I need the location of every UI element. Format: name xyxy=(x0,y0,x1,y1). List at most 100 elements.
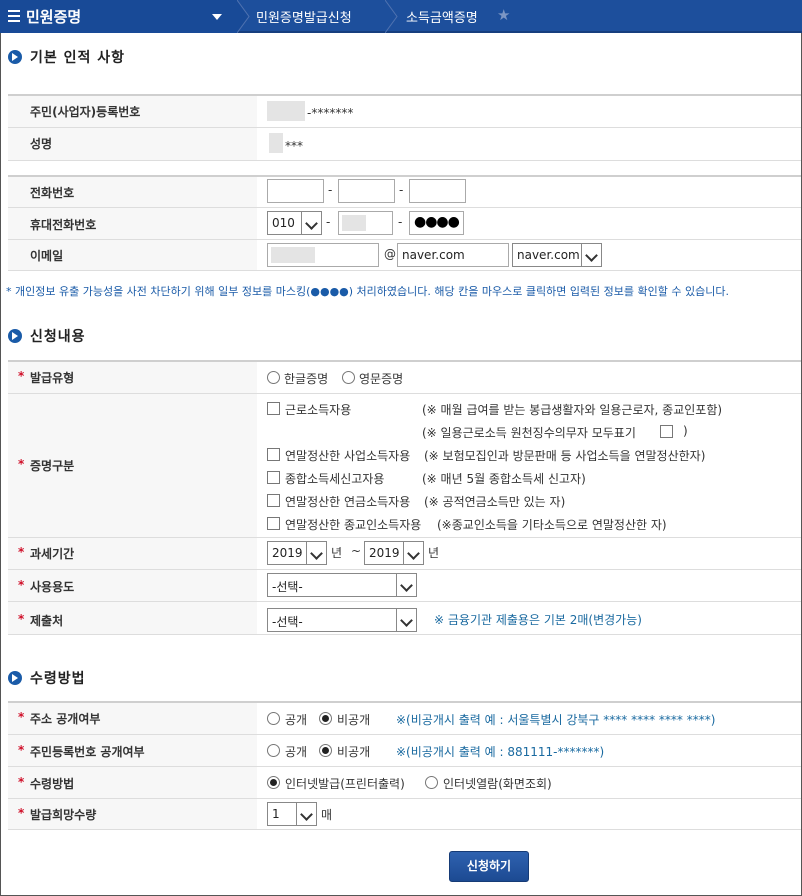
usage-select[interactable]: -선택- xyxy=(267,573,417,597)
address-closed-radio[interactable] xyxy=(319,712,332,725)
section-receive-method: 수령방법 xyxy=(8,668,86,688)
required-mark: * xyxy=(18,545,25,559)
id-closed-radio[interactable] xyxy=(319,744,332,757)
dash: - xyxy=(398,215,403,229)
row-divider xyxy=(8,798,801,799)
section-title: 기본 인적 사항 xyxy=(30,50,126,66)
receive-internet-view-label[interactable]: 인터넷열람(화면조회) xyxy=(443,775,552,792)
cert-business-label[interactable]: 연말정산한 사업소득자용 xyxy=(285,447,410,464)
section-request: 신청내용 xyxy=(8,326,86,346)
cert-global-tax-label[interactable]: 종합소득세신고자용 xyxy=(285,470,384,487)
tax-period-to-select[interactable]: 2019 xyxy=(364,541,424,565)
cert-type-label: 증명구분 xyxy=(30,459,75,473)
breadcrumb-item-current[interactable]: 소득금액증명 xyxy=(406,0,478,33)
submit-to-note: ※ 금융기관 제출용은 기본 2매(변경가능) xyxy=(434,613,642,627)
row-divider xyxy=(8,207,801,208)
quantity-unit: 매 xyxy=(321,808,333,822)
id-disclosure-label: 주민등록번호 공개여부 xyxy=(30,745,145,759)
id-open-radio[interactable] xyxy=(267,744,280,757)
id-disclosure-note: ※(비공개시 출력 예 : 881111-*******) xyxy=(396,745,605,759)
receive-internet-issue-label[interactable]: 인터넷발급(프린터출력) xyxy=(285,775,405,792)
row-divider xyxy=(8,160,801,161)
tax-period-label: 과세기간 xyxy=(30,547,75,561)
cert-religious-label[interactable]: 연말정산한 종교인소득자용 xyxy=(285,516,421,533)
email-id-field[interactable] xyxy=(267,243,379,267)
email-domain-field[interactable]: naver.com xyxy=(397,243,509,267)
cert-wage-label[interactable]: 근로소득자용 xyxy=(285,401,351,418)
id-closed-label[interactable]: 비공개 xyxy=(337,743,370,760)
address-disclosure-note: ※(비공개시 출력 예 : 서울특별시 강북구 **** **** **** *… xyxy=(396,713,716,727)
table-top-border xyxy=(8,701,801,703)
menu-dropdown[interactable]: 민원증명 xyxy=(0,0,237,33)
email-at-sign: @ xyxy=(384,247,396,261)
submit-to-value: -선택- xyxy=(272,615,303,629)
breadcrumb-item-apply[interactable]: 민원증명발급신청 xyxy=(256,0,352,33)
cert-wage-checkbox[interactable] xyxy=(267,402,280,415)
mobile-middle-field[interactable] xyxy=(338,211,393,235)
email-domain-select-value: naver.com xyxy=(517,248,580,262)
row-divider xyxy=(8,393,801,394)
address-open-label[interactable]: 공개 xyxy=(285,711,307,728)
apply-button[interactable]: 신청하기 xyxy=(449,851,529,882)
cert-business-note: (※ 보험모집인과 방문판매 등 사업소득을 연말정산한자) xyxy=(424,449,706,463)
email-label: 이메일 xyxy=(30,249,64,263)
cert-global-tax-checkbox[interactable] xyxy=(267,471,280,484)
phone-field-3[interactable] xyxy=(409,179,466,203)
address-disclosure-label: 주소 공개여부 xyxy=(30,712,101,726)
row-divider xyxy=(8,127,801,128)
table-top-border xyxy=(8,94,801,96)
mobile-last-masked: ●●●● xyxy=(414,214,460,230)
arrow-bullet-icon xyxy=(8,50,22,64)
quantity-label: 발급희망수량 xyxy=(30,808,97,822)
cert-daily-all-checkbox[interactable] xyxy=(660,425,673,438)
name-mask[interactable] xyxy=(269,133,283,153)
quantity-select[interactable]: 1 xyxy=(267,802,317,826)
phone-field-1[interactable] xyxy=(267,179,324,203)
id-open-label[interactable]: 공개 xyxy=(285,743,307,760)
issue-type-english-label[interactable]: 영문증명 xyxy=(359,370,403,387)
chevron-down-icon xyxy=(403,542,423,564)
cert-pension-label[interactable]: 연말정산한 연금소득자용 xyxy=(285,493,410,510)
menu-title: 민원증명 xyxy=(26,8,82,26)
chevron-down-icon xyxy=(296,803,316,825)
mobile-last-field[interactable]: ●●●● xyxy=(409,211,464,235)
email-domain-value: naver.com xyxy=(402,248,465,262)
submit-to-select[interactable]: -선택- xyxy=(267,608,417,632)
mobile-prefix-select[interactable]: 010 xyxy=(267,211,322,235)
tax-period-from-value: 2019 xyxy=(272,546,303,560)
id-number-value: -******* xyxy=(307,106,354,120)
id-number-label: 주민(사업자)등록번호 xyxy=(30,105,141,119)
required-mark: * xyxy=(18,457,25,471)
tax-period-from-select[interactable]: 2019 xyxy=(267,541,327,565)
favorite-star-icon[interactable]: ★ xyxy=(497,6,510,24)
cert-daily-note-end: ) xyxy=(683,424,688,438)
cert-pension-checkbox[interactable] xyxy=(267,494,280,507)
cert-business-checkbox[interactable] xyxy=(267,448,280,461)
email-domain-select[interactable]: naver.com xyxy=(512,243,602,267)
row-divider xyxy=(8,766,801,767)
row-divider xyxy=(8,601,801,602)
email-id-mask xyxy=(271,247,315,263)
address-open-radio[interactable] xyxy=(267,712,280,725)
receive-internet-issue-radio[interactable] xyxy=(267,776,280,789)
phone-field-2[interactable] xyxy=(338,179,395,203)
row-divider xyxy=(8,734,801,735)
issue-type-english-radio[interactable] xyxy=(342,371,355,384)
chevron-down-icon xyxy=(301,212,321,234)
receive-internet-view-radio[interactable] xyxy=(425,776,438,789)
phone-label: 전화번호 xyxy=(30,186,75,200)
chevron-down-icon xyxy=(396,609,416,631)
quantity-value: 1 xyxy=(272,807,280,821)
issue-type-korean-label[interactable]: 한글증명 xyxy=(284,370,328,387)
row-divider xyxy=(8,270,801,271)
dash: - xyxy=(328,183,333,197)
cert-religious-note: (※종교인소득을 기타소득으로 연말정산한 자) xyxy=(437,518,667,532)
arrow-bullet-icon xyxy=(8,329,22,343)
id-number-mask[interactable] xyxy=(267,101,305,121)
cert-religious-checkbox[interactable] xyxy=(267,517,280,530)
year-unit: 년 xyxy=(428,546,440,560)
issue-type-korean-radio[interactable] xyxy=(267,371,280,384)
cert-pension-note: (※ 공적연금소득만 있는 자) xyxy=(424,495,566,509)
section-title: 수령방법 xyxy=(30,671,86,687)
address-closed-label[interactable]: 비공개 xyxy=(337,711,370,728)
